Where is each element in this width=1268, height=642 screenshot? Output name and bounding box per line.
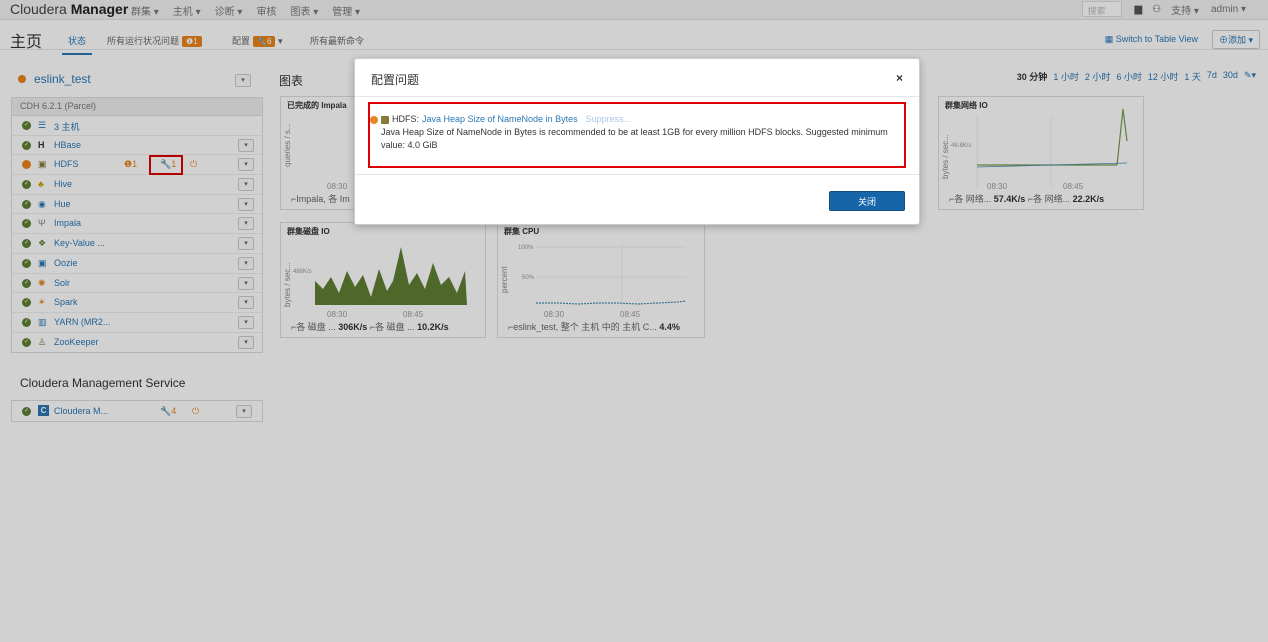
status-warning-icon <box>370 115 378 124</box>
divider <box>355 174 919 175</box>
close-button[interactable]: 关闭 <box>829 191 905 211</box>
issue-link[interactable]: Java Heap Size of NameNode in Bytes <box>422 113 578 126</box>
issue-service: HDFS: <box>392 114 419 124</box>
suppress-link[interactable]: Suppress... <box>586 113 632 126</box>
dialog-title: 配置问题 <box>371 73 420 87</box>
issue-message: Java Heap Size of NameNode in Bytes is r… <box>381 127 888 150</box>
config-issue-item: HDFS: Java Heap Size of NameNode in Byte… <box>370 113 891 152</box>
close-icon[interactable]: × <box>896 71 903 85</box>
divider <box>355 96 919 97</box>
config-issues-dialog: 配置问题 × HDFS: Java Heap Size of NameNode … <box>354 58 920 225</box>
hdfs-icon <box>381 115 389 124</box>
